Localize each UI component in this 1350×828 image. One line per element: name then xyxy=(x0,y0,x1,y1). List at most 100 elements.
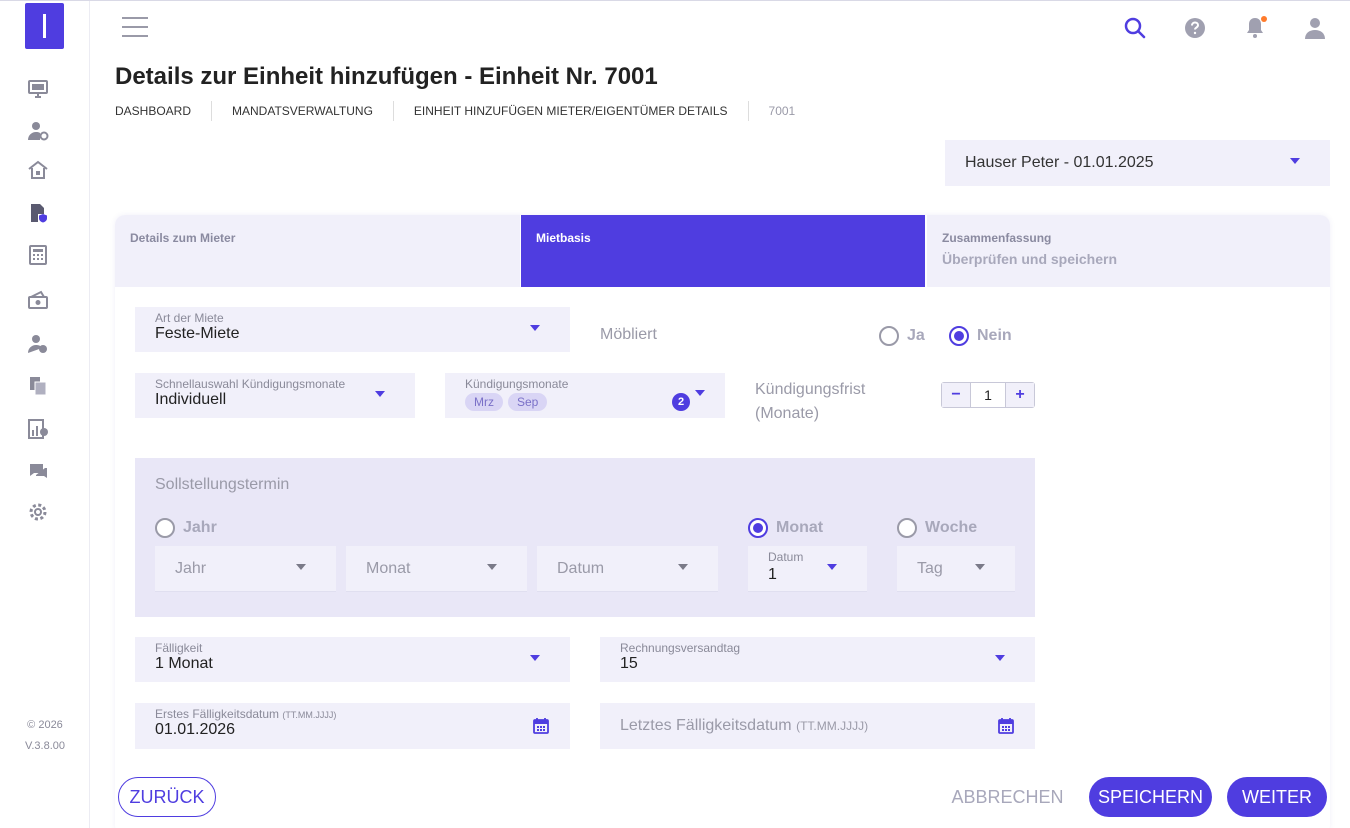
month-select[interactable]: Monat xyxy=(346,546,527,592)
rent-type-select[interactable]: Art der Miete Feste-Miete xyxy=(135,307,570,352)
version: V.3.8.00 xyxy=(25,740,65,752)
field-value: 01.01.2026 xyxy=(155,721,236,738)
field-label: Schnellauswahl Kündigungsmonate xyxy=(155,377,346,391)
first-due-label-hint: (TT.MM.JJJJ) xyxy=(282,710,337,720)
schedule-year-radio[interactable]: Jahr xyxy=(155,518,217,538)
invoice-day-select[interactable]: Rechnungsversandtag 15 xyxy=(600,637,1035,682)
files-icon[interactable] xyxy=(26,374,50,398)
monitor-icon[interactable] xyxy=(26,77,50,101)
notification-bell-icon[interactable] xyxy=(1242,15,1268,41)
field-label: Art der Miete xyxy=(155,311,224,325)
notice-period-value[interactable]: 1 xyxy=(970,383,1006,407)
tab-label: Mietbasis xyxy=(536,231,591,245)
app-logo[interactable] xyxy=(25,3,64,49)
chevron-down-icon xyxy=(296,564,306,570)
user-gear-icon[interactable] xyxy=(26,119,50,143)
last-due-placeholder-hint: (TT.MM.JJJJ) xyxy=(796,719,869,733)
breadcrumb: DASHBOARD MANDATSVERWALTUNG EINHEIT HINZ… xyxy=(115,101,815,121)
money-icon[interactable] xyxy=(26,288,50,312)
quick-select-notice-months[interactable]: Schnellauswahl Kündigungsmonate Individu… xyxy=(135,373,415,418)
tab-label: Details zum Mieter xyxy=(130,231,236,245)
document-shield-icon[interactable] xyxy=(26,201,50,225)
first-due-date-input[interactable]: Erstes Fälligkeitsdatum (TT.MM.JJJJ) 01.… xyxy=(135,703,570,749)
sidebar: © 2026 V.3.8.00 xyxy=(0,1,90,828)
cancel-button[interactable]: ABBRECHEN xyxy=(945,777,1070,817)
search-icon[interactable] xyxy=(1122,15,1148,41)
user-avatar-icon[interactable] xyxy=(1302,15,1328,41)
radio-label: Ja xyxy=(907,327,925,344)
chat-icon[interactable] xyxy=(26,459,50,483)
field-placeholder: Tag xyxy=(917,560,943,577)
radio-label: Woche xyxy=(925,519,978,536)
stepper-tabs: Details zum Mieter Mietbasis Zusammenfas… xyxy=(115,215,1330,287)
radio-circle xyxy=(879,326,899,346)
field-label: Datum xyxy=(768,550,804,564)
furnished-label: Möbliert xyxy=(600,326,657,343)
house-icon[interactable] xyxy=(26,158,50,182)
furnished-yes-radio[interactable]: Ja xyxy=(879,326,925,346)
radio-label: Monat xyxy=(776,519,824,536)
field-placeholder: Jahr xyxy=(175,560,207,577)
tab-tenant-details[interactable]: Details zum Mieter xyxy=(115,215,520,287)
month-chip[interactable]: Sep xyxy=(508,393,548,411)
notice-months-multiselect[interactable]: Kündigungsmonate Mrz Sep 2 xyxy=(445,373,725,418)
field-value: 1 xyxy=(768,566,777,583)
notice-period-label-line2: (Monate) xyxy=(755,405,820,422)
notice-period-label-line1: Kündigungsfrist xyxy=(755,381,866,398)
increment-button[interactable]: + xyxy=(1006,383,1034,407)
chart-icon[interactable] xyxy=(26,417,50,441)
notification-dot xyxy=(1261,16,1267,22)
tab-summary[interactable]: Zusammenfassung Überprüfen und speichern xyxy=(927,215,1330,287)
field-label: Rechnungsversandtag xyxy=(620,641,741,655)
furnished-no-radio[interactable]: Nein xyxy=(949,326,1012,346)
decrement-button[interactable]: − xyxy=(942,383,970,407)
schedule-week-radio[interactable]: Woche xyxy=(897,518,977,538)
next-button[interactable]: WEITER xyxy=(1227,777,1327,817)
help-icon[interactable] xyxy=(1182,15,1208,41)
breadcrumb-mandate[interactable]: MANDATSVERWALTUNG xyxy=(211,101,393,121)
save-button[interactable]: SPEICHERN xyxy=(1089,777,1212,817)
field-placeholder: Letztes Fälligkeitsdatum (TT.MM.JJJJ) xyxy=(620,717,868,735)
field-value: Individuell xyxy=(155,391,227,408)
field-placeholder: Monat xyxy=(366,560,411,577)
chevron-down-icon xyxy=(530,655,540,661)
field-value: 15 xyxy=(620,655,638,672)
week-day-select[interactable]: Tag xyxy=(897,546,1015,592)
chevron-down-icon xyxy=(487,564,497,570)
calendar-icon[interactable] xyxy=(532,717,550,735)
tab-rent-basis[interactable]: Mietbasis xyxy=(521,215,925,287)
tab-label: Zusammenfassung xyxy=(942,231,1052,245)
tenant-select[interactable]: Hauser Peter - 01.01.2025 xyxy=(945,140,1330,186)
chevron-down-icon xyxy=(695,390,705,396)
chevron-down-icon xyxy=(678,564,688,570)
menu-toggle-icon[interactable] xyxy=(122,17,148,39)
month-day-select[interactable]: Datum 1 xyxy=(748,546,867,592)
breadcrumb-dashboard[interactable]: DASHBOARD xyxy=(115,101,211,121)
last-due-placeholder-text: Letztes Fälligkeitsdatum xyxy=(620,717,792,734)
gear-icon[interactable] xyxy=(26,500,50,524)
app-root: © 2026 V.3.8.00 Details zur Einheit hinz… xyxy=(0,0,1350,828)
first-due-label-text: Erstes Fälligkeitsdatum xyxy=(155,707,280,721)
breadcrumb-add-unit[interactable]: EINHEIT HINZUFÜGEN MIETER/EIGENTÜMER DET… xyxy=(392,101,748,121)
date-select[interactable]: Datum xyxy=(537,546,718,592)
calculator-icon[interactable] xyxy=(26,243,50,267)
radio-circle xyxy=(155,518,175,538)
calendar-icon[interactable] xyxy=(997,717,1015,735)
chevron-down-icon xyxy=(827,564,837,570)
chevron-down-icon xyxy=(1290,158,1300,164)
field-value: Feste-Miete xyxy=(155,325,240,342)
radio-circle xyxy=(748,518,768,538)
users-icon[interactable] xyxy=(26,332,50,356)
due-select[interactable]: Fälligkeit 1 Monat xyxy=(135,637,570,682)
back-button[interactable]: ZURÜCK xyxy=(118,777,216,817)
schedule-title: Sollstellungstermin xyxy=(155,476,290,493)
schedule-month-radio[interactable]: Monat xyxy=(748,518,823,538)
notice-period-label: Kündigungsfrist (Monate) xyxy=(755,378,865,426)
chevron-down-icon xyxy=(975,564,985,570)
month-chip[interactable]: Mrz xyxy=(465,393,503,411)
tab-sublabel: Überprüfen und speichern xyxy=(942,251,1118,267)
last-due-date-input[interactable]: Letztes Fälligkeitsdatum (TT.MM.JJJJ) xyxy=(600,703,1035,749)
chevron-down-icon xyxy=(530,325,540,331)
year-select[interactable]: Jahr xyxy=(155,546,336,592)
radio-label: Nein xyxy=(977,327,1012,344)
